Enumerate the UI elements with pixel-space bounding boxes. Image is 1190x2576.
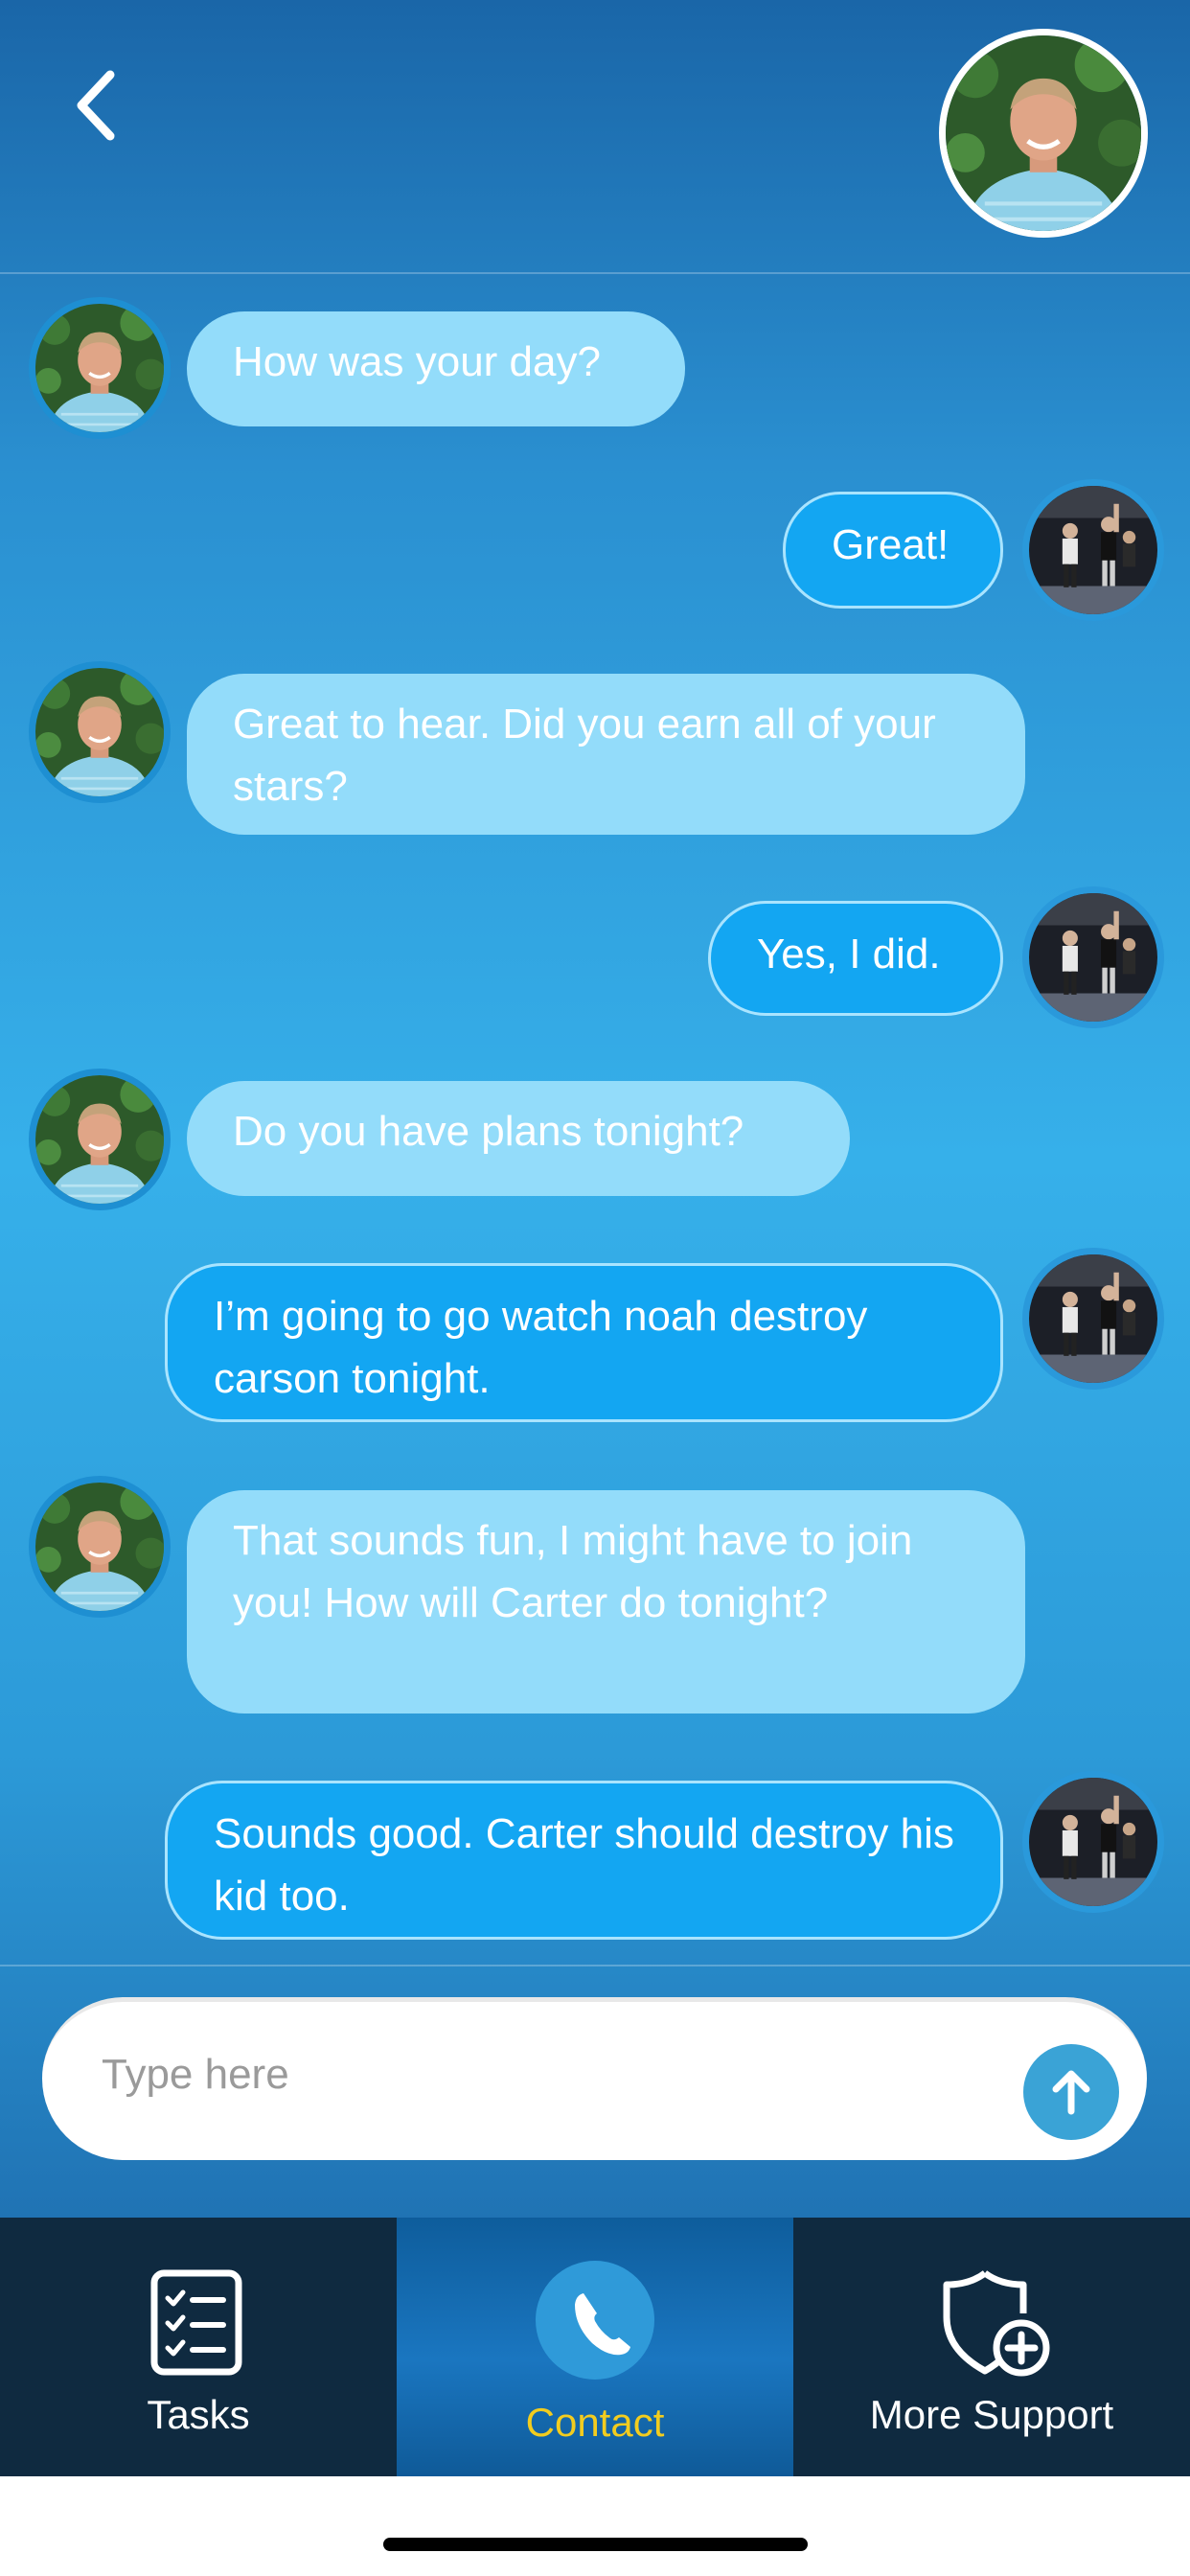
home-indicator-area — [0, 2476, 1190, 2576]
user-avatar-small — [1022, 1771, 1164, 1913]
chat-header — [0, 0, 1190, 274]
user-avatar-small — [1022, 1248, 1164, 1390]
message-outgoing: Yes, I did. — [708, 901, 1003, 1016]
user-avatar-small — [1022, 479, 1164, 621]
message-incoming: Great to hear. Did you earn all of your … — [187, 674, 1025, 835]
message-incoming: That sounds fun, I might have to join yo… — [187, 1490, 1025, 1714]
arrow-up-icon — [1052, 2070, 1090, 2115]
user-avatar-small — [1022, 886, 1164, 1028]
contact-avatar[interactable] — [939, 29, 1148, 238]
contact-avatar-small — [29, 1069, 171, 1210]
message-input[interactable] — [102, 2036, 964, 2113]
divider — [0, 1965, 1190, 1966]
tab-label: Tasks — [147, 2392, 250, 2437]
back-button[interactable] — [57, 58, 134, 153]
message-outgoing: Great! — [783, 492, 1003, 609]
message-outgoing: I’m going to go watch noah destroy carso… — [165, 1263, 1003, 1422]
message-incoming: How was your day? — [187, 311, 685, 426]
bottom-tab-bar: Tasks Contact More Support — [0, 2218, 1190, 2476]
contact-avatar-small — [29, 661, 171, 803]
tab-label: Contact — [525, 2400, 665, 2445]
message-outgoing: Sounds good. Carter should destroy his k… — [165, 1781, 1003, 1940]
message-composer — [42, 1997, 1147, 2160]
contact-avatar-small — [29, 1476, 171, 1618]
tab-contact[interactable]: Contact — [397, 2218, 793, 2476]
tab-more-support[interactable]: More Support — [793, 2218, 1190, 2476]
home-indicator[interactable] — [383, 2538, 808, 2551]
tab-label: More Support — [869, 2392, 1114, 2437]
chevron-left-icon — [77, 70, 115, 141]
contact-avatar-small — [29, 297, 171, 439]
phone-icon — [536, 2261, 654, 2380]
shield-plus-icon — [943, 2270, 1050, 2377]
message-incoming: Do you have plans tonight? — [187, 1081, 850, 1196]
checklist-icon — [150, 2269, 242, 2376]
tab-tasks[interactable]: Tasks — [0, 2218, 397, 2476]
chat-screen: How was your day? Great! Great to hear. … — [0, 0, 1190, 2576]
send-button[interactable] — [1023, 2044, 1119, 2140]
